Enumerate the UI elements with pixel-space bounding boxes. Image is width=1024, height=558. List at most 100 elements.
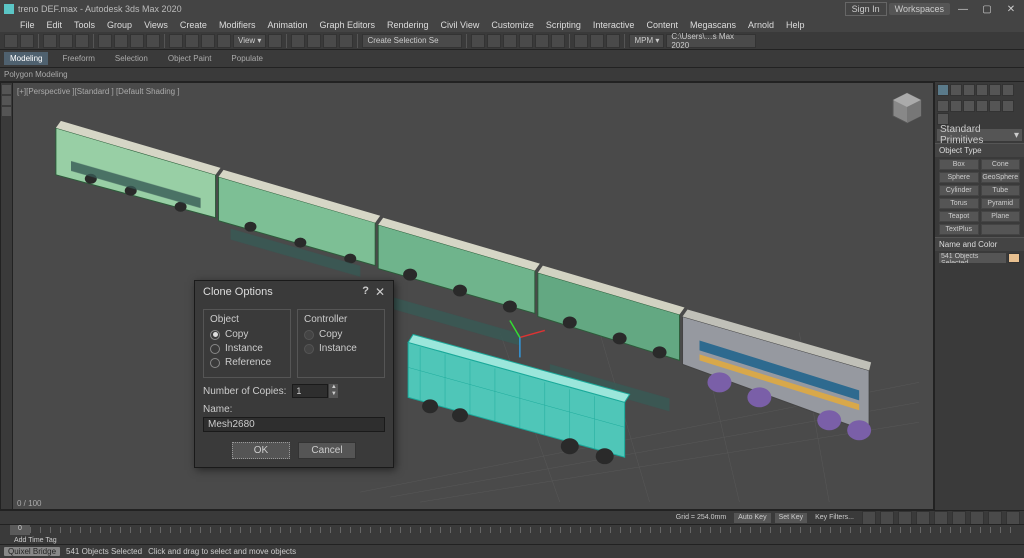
bind-button[interactable] <box>75 34 89 48</box>
play-next-button[interactable] <box>916 511 930 525</box>
window-crossing-button[interactable] <box>146 34 160 48</box>
placement-button[interactable] <box>217 34 231 48</box>
scale-button[interactable] <box>201 34 215 48</box>
tab-selection[interactable]: Selection <box>109 52 154 65</box>
layer-button[interactable] <box>503 34 517 48</box>
select-name-button[interactable] <box>114 34 128 48</box>
nav-max-button[interactable] <box>1006 511 1020 525</box>
prim-textplus[interactable]: TextPlus <box>939 224 979 235</box>
prim-pyramid[interactable]: Pyramid <box>981 198 1021 209</box>
lights-cat[interactable] <box>963 100 975 112</box>
radio-instance[interactable]: Instance <box>210 343 284 354</box>
sign-in-button[interactable]: Sign In <box>845 2 887 16</box>
menu-arnold[interactable]: Arnold <box>748 20 774 30</box>
select-button[interactable] <box>98 34 112 48</box>
rollout-name-color[interactable]: Name and Color <box>935 237 1024 251</box>
menu-interactive[interactable]: Interactive <box>593 20 635 30</box>
menu-edit[interactable]: Edit <box>47 20 63 30</box>
dialog-close-button[interactable]: ✕ <box>375 285 385 299</box>
render-frame-button[interactable] <box>590 34 604 48</box>
play-end-button[interactable] <box>934 511 948 525</box>
prim-cone[interactable]: Cone <box>981 159 1021 170</box>
project-path[interactable]: C:\Users\…s Max 2020 <box>666 34 756 48</box>
radio-copy[interactable]: Copy <box>210 329 284 340</box>
keyfilters-button[interactable]: Key Filters... <box>811 513 858 523</box>
cancel-button[interactable]: Cancel <box>298 442 356 459</box>
utilities-tab[interactable] <box>1002 84 1014 96</box>
menu-content[interactable]: Content <box>646 20 678 30</box>
viewcube[interactable] <box>887 89 927 129</box>
dialog-titlebar[interactable]: Clone Options ? ✕ <box>195 281 393 303</box>
display-tab[interactable] <box>989 84 1001 96</box>
tab-modeling[interactable]: Modeling <box>4 52 48 65</box>
prim-sphere[interactable]: Sphere <box>939 172 979 183</box>
play-button[interactable] <box>898 511 912 525</box>
ok-button[interactable]: OK <box>232 442 290 459</box>
tab-populate[interactable]: Populate <box>225 52 269 65</box>
selection-name-field[interactable]: 541 Objects Selected <box>939 253 1006 263</box>
menu-megascans[interactable]: Megascans <box>690 20 736 30</box>
spinner-up[interactable]: ▲ <box>329 384 338 391</box>
selection-set-dropdown[interactable]: Create Selection Se <box>362 34 462 48</box>
object-color-swatch[interactable] <box>1008 253 1020 263</box>
menu-file[interactable]: File <box>20 20 35 30</box>
viewport[interactable]: [+][Perspective ][Standard ] [Default Sh… <box>0 82 934 510</box>
prim-box[interactable]: Box <box>939 159 979 170</box>
spacewarps-cat[interactable] <box>1002 100 1014 112</box>
pivot-button[interactable] <box>268 34 282 48</box>
hierarchy-tab[interactable] <box>963 84 975 96</box>
quixel-bridge-chip[interactable]: Quixel Bridge <box>4 547 60 556</box>
helpers-cat[interactable] <box>989 100 1001 112</box>
dialog-help-button[interactable]: ? <box>362 285 369 299</box>
prim-plane[interactable]: Plane <box>981 211 1021 222</box>
snap-button[interactable] <box>291 34 305 48</box>
menu-group[interactable]: Group <box>107 20 132 30</box>
refcoord-dropdown[interactable]: View ▾ <box>233 34 266 48</box>
num-copies-input[interactable] <box>292 384 328 398</box>
create-tab[interactable] <box>937 84 949 96</box>
menu-help[interactable]: Help <box>786 20 805 30</box>
menu-scripting[interactable]: Scripting <box>546 20 581 30</box>
modify-tab[interactable] <box>950 84 962 96</box>
redo-button[interactable] <box>20 34 34 48</box>
maximize-button[interactable]: ▢ <box>976 2 998 16</box>
render-setup-button[interactable] <box>574 34 588 48</box>
tab-objectpaint[interactable]: Object Paint <box>162 52 218 65</box>
autokey-button[interactable]: Auto Key <box>734 513 770 523</box>
link-button[interactable] <box>43 34 57 48</box>
undo-button[interactable] <box>4 34 18 48</box>
play-prev-button[interactable] <box>880 511 894 525</box>
menu-tools[interactable]: Tools <box>74 20 95 30</box>
schematic-button[interactable] <box>535 34 549 48</box>
menu-create[interactable]: Create <box>180 20 207 30</box>
move-button[interactable] <box>169 34 183 48</box>
ribbon-sub[interactable]: Polygon Modeling <box>0 68 1024 82</box>
prim-cylinder[interactable]: Cylinder <box>939 185 979 196</box>
menu-modifiers[interactable]: Modifiers <box>219 20 256 30</box>
minimize-button[interactable]: — <box>952 2 974 16</box>
menu-civilview[interactable]: Civil View <box>441 20 480 30</box>
material-editor-button[interactable] <box>551 34 565 48</box>
prim-geosphere[interactable]: GeoSphere <box>981 172 1021 183</box>
time-slider-thumb[interactable]: 0 <box>10 525 30 535</box>
spinner-down[interactable]: ▼ <box>329 391 338 398</box>
prim-tube[interactable]: Tube <box>981 185 1021 196</box>
geometry-cat[interactable] <box>937 100 949 112</box>
menu-rendering[interactable]: Rendering <box>387 20 429 30</box>
setkey-button[interactable]: Set Key <box>775 513 808 523</box>
cameras-cat[interactable] <box>976 100 988 112</box>
nav-zoom-button[interactable] <box>952 511 966 525</box>
spinner-snap-button[interactable] <box>339 34 353 48</box>
name-input[interactable] <box>203 417 385 432</box>
mirror-button[interactable] <box>471 34 485 48</box>
tab-freeform[interactable]: Freeform <box>56 52 100 65</box>
radio-reference[interactable]: Reference <box>210 357 284 368</box>
prim-torus[interactable]: Torus <box>939 198 979 209</box>
unlink-button[interactable] <box>59 34 73 48</box>
prim-teapot[interactable]: Teapot <box>939 211 979 222</box>
rollout-object-type[interactable]: Object Type <box>935 143 1024 157</box>
project-dropdown[interactable]: MPM ▾ <box>629 34 664 48</box>
curve-editor-button[interactable] <box>519 34 533 48</box>
align-button[interactable] <box>487 34 501 48</box>
motion-tab[interactable] <box>976 84 988 96</box>
